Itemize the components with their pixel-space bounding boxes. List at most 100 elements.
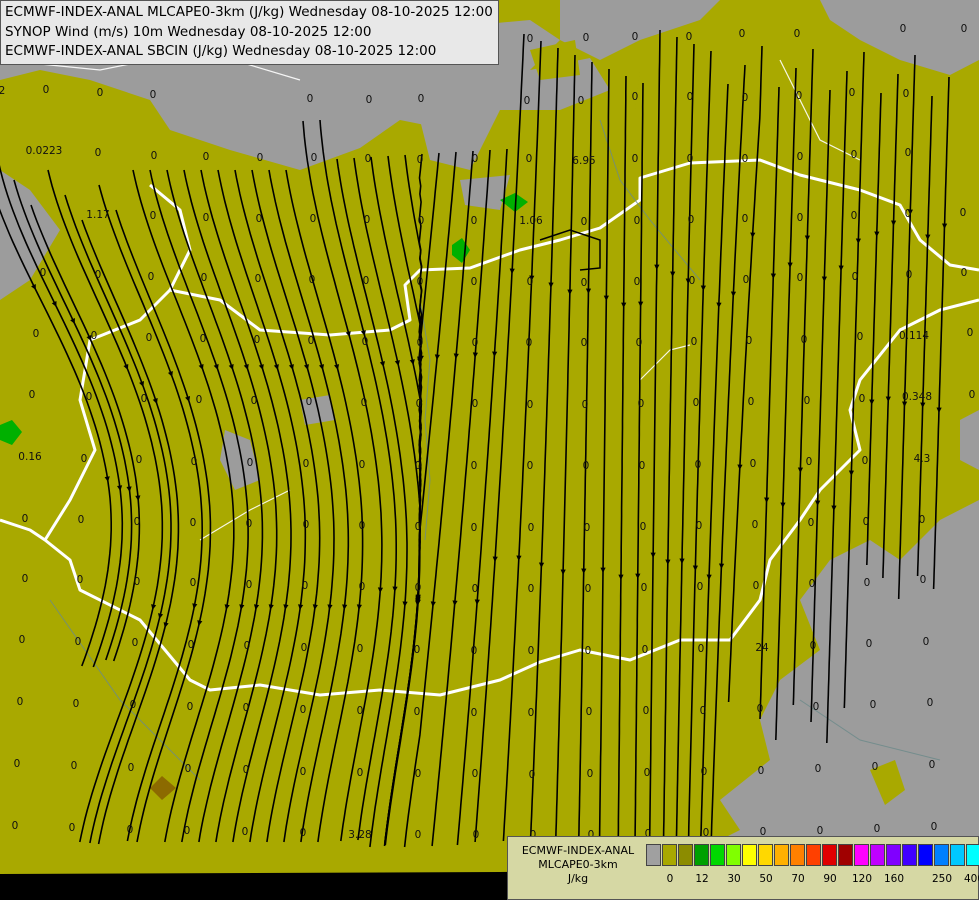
legend-swatch bbox=[774, 844, 789, 866]
legend-swatches bbox=[646, 844, 979, 866]
cape-value-label: 0 bbox=[22, 513, 29, 525]
cape-value-label: 0 bbox=[742, 153, 749, 165]
legend-tick-label: 50 bbox=[759, 873, 773, 885]
cape-value-label: 0 bbox=[687, 91, 694, 103]
cape-value-label: 0 bbox=[243, 764, 250, 776]
cape-value-label: 0 bbox=[529, 769, 536, 781]
cape-value-label: 0 bbox=[693, 397, 700, 409]
cape-value-label: 0 bbox=[414, 644, 421, 656]
cape-value-label: 0 bbox=[689, 275, 696, 287]
legend-swatch bbox=[886, 844, 901, 866]
cape-value-label: 0 bbox=[632, 153, 639, 165]
cape-value-label: 0 bbox=[134, 576, 141, 588]
cape-value-label: 0 bbox=[857, 331, 864, 343]
cape-value-label: 0 bbox=[359, 459, 366, 471]
cape-value-label: 0 bbox=[905, 208, 912, 220]
cape-value-label: 4.3 bbox=[914, 453, 931, 465]
cape-value-label: 0 bbox=[203, 212, 210, 224]
cape-value-label: 0 bbox=[527, 33, 534, 45]
cape-value-label: 0 bbox=[417, 276, 424, 288]
cape-value-label: 0 bbox=[644, 767, 651, 779]
cape-value-label: 0 bbox=[797, 212, 804, 224]
cape-value-label: 0 bbox=[97, 87, 104, 99]
cape-value-label: 0 bbox=[188, 639, 195, 651]
east-grey-patch bbox=[960, 410, 979, 470]
cape-value-label: 0 bbox=[528, 645, 535, 657]
cape-value-label: 0 bbox=[196, 394, 203, 406]
cape-value-label: 0 bbox=[357, 705, 364, 717]
cape-value-label: 0 bbox=[643, 705, 650, 717]
cape-value-label: 0 bbox=[417, 337, 424, 349]
cape-value-label: 0 bbox=[634, 215, 641, 227]
cape-value-label: 0 bbox=[71, 760, 78, 772]
cape-value-label: 0 bbox=[146, 332, 153, 344]
cape-value-label: 0 bbox=[581, 277, 588, 289]
cape-value-label: 0 bbox=[806, 456, 813, 468]
cape-value-label: 0 bbox=[526, 153, 533, 165]
cape-value-label: 0 bbox=[191, 456, 198, 468]
cape-value-label: 0 bbox=[874, 823, 881, 835]
cape-value-label: 0 bbox=[632, 31, 639, 43]
cape-value-label: 0 bbox=[797, 151, 804, 163]
cape-value-label: 0 bbox=[95, 269, 102, 281]
legend-ticks: 0 12 30 50 70 90 120 160 250 400 bbox=[646, 873, 979, 887]
cape-value-label: 0 bbox=[797, 272, 804, 284]
cape-value-label: 0 bbox=[254, 334, 261, 346]
cape-value-label: 0 bbox=[641, 582, 648, 594]
cape-value-label: 0 bbox=[244, 640, 251, 652]
cape-value-label: 0 bbox=[931, 821, 938, 833]
cape-value-label: 0 bbox=[742, 92, 749, 104]
cape-value-label: 0 bbox=[141, 393, 148, 405]
cape-value-label: 0 bbox=[581, 337, 588, 349]
cape-value-label: 0 bbox=[200, 333, 207, 345]
cape-value-label: 0 bbox=[528, 522, 535, 534]
legend-swatch bbox=[646, 844, 661, 866]
cape-value-label: 0 bbox=[33, 328, 40, 340]
cape-value-label: 0 bbox=[967, 327, 974, 339]
cape-value-label: 0 bbox=[757, 703, 764, 715]
cape-value-label: 0 bbox=[14, 758, 21, 770]
cape-value-label: 0 bbox=[415, 768, 422, 780]
cape-value-label: 0 bbox=[583, 460, 590, 472]
cape-value-label: 0 bbox=[801, 334, 808, 346]
cape-value-label: 0 bbox=[920, 574, 927, 586]
cape-value-label: 0 bbox=[527, 276, 534, 288]
legend-swatch bbox=[934, 844, 949, 866]
cape-value-label: 0 bbox=[127, 824, 134, 836]
cape-value-label: 0 bbox=[804, 395, 811, 407]
cape-value-label: 0 bbox=[585, 645, 592, 657]
cape-value-label: 0 bbox=[247, 457, 254, 469]
cape-value-label: 0 bbox=[813, 701, 820, 713]
cape-value-label: 0 bbox=[526, 337, 533, 349]
header-line-cin: ECMWF-INDEX-ANAL SBCIN (J/kg) Wednesday … bbox=[5, 43, 437, 59]
cape-value-label: 0.16 bbox=[18, 451, 42, 463]
cape-value-label: 0 bbox=[585, 583, 592, 595]
cape-value-label: 3.28 bbox=[348, 829, 371, 841]
cape-value-label: 0 bbox=[758, 765, 765, 777]
cape-value-label: 0 bbox=[969, 389, 976, 401]
legend-tick-label: 12 bbox=[695, 873, 709, 885]
cape-value-label: 0 bbox=[752, 519, 759, 531]
cape-value-label: 0 bbox=[927, 697, 934, 709]
cape-value-label: 0 bbox=[132, 637, 139, 649]
cape-value-label: 0 bbox=[524, 95, 531, 107]
cape-value-label: 0 bbox=[136, 454, 143, 466]
cape-value-label: 0 bbox=[634, 276, 641, 288]
cape-value-label: 0 bbox=[472, 583, 479, 595]
cape-value-label: 0 bbox=[415, 460, 422, 472]
cape-value-label: 0 bbox=[905, 147, 912, 159]
cape-value-label: 0 bbox=[365, 153, 372, 165]
legend-swatch bbox=[726, 844, 741, 866]
legend-tick-label: 120 bbox=[851, 873, 873, 885]
cape-value-label: 0 bbox=[86, 391, 93, 403]
cape-value-label: 0 bbox=[862, 455, 869, 467]
cape-value-label: 0 bbox=[796, 90, 803, 102]
cape-value-label: 24 bbox=[755, 642, 769, 654]
color-legend: ECMWF-INDEX-ANAL MLCAPE0-3km J/kg 0 12 30 5… bbox=[507, 836, 979, 900]
cape-value-label: 0 bbox=[17, 696, 24, 708]
cape-value-label: 0 bbox=[809, 578, 816, 590]
legend-title-line1: ECMWF-INDEX-ANAL bbox=[521, 844, 635, 857]
cape-value-label: 0 bbox=[128, 762, 135, 774]
cape-value-label: 0 bbox=[742, 213, 749, 225]
cape-value-label: 0 bbox=[863, 516, 870, 528]
